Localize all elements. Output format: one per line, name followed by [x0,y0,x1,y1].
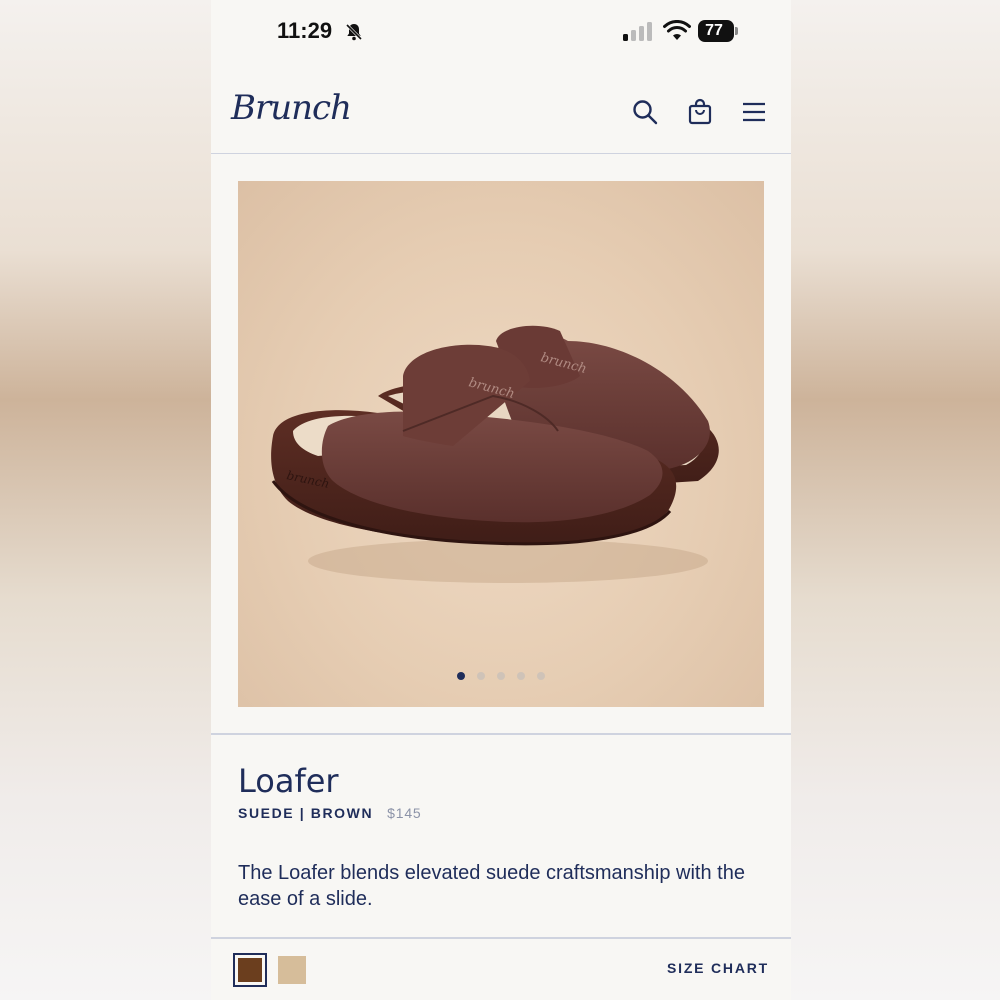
product-price: $145 [387,805,422,821]
loafer-product-photo: brunch brunch brunch [271,325,719,583]
bell-slash-icon [345,23,363,41]
signal-icon [623,22,652,41]
carousel-dots [238,672,764,680]
divider [211,937,791,939]
blurred-backdrop-right [789,0,1000,1000]
status-time: 11:29 [277,18,333,43]
site-header: Brunch [211,64,791,154]
swatch-brown[interactable] [233,953,267,987]
status-bar: 11:29 77 [211,0,791,64]
swatch-tan[interactable] [278,956,306,984]
phone-screen: 11:29 77 Brunch brunch brunch brunch Loa… [211,0,791,1000]
product-description: The Loafer blends elevated suede craftsm… [238,862,745,910]
product-title: Loafer [238,762,339,800]
shopping-bag-icon[interactable] [686,98,714,126]
carousel-dot-5[interactable] [537,672,545,680]
size-chart-link[interactable]: SIZE CHART [667,960,769,976]
carousel-dot-1[interactable] [457,672,465,680]
wifi-icon [663,20,691,40]
battery-icon: 77 [698,20,738,42]
product-meta: SUEDE | BROWN $145 [238,805,422,821]
carousel-dot-3[interactable] [497,672,505,680]
carousel-dot-2[interactable] [477,672,485,680]
blurred-backdrop-left [0,0,211,1000]
color-swatches [233,953,306,987]
search-icon[interactable] [631,98,659,126]
hamburger-menu-icon[interactable] [740,98,768,126]
product-image-carousel[interactable]: brunch brunch brunch [238,181,764,707]
divider [211,733,791,735]
product-variant: SUEDE | BROWN [238,805,374,821]
carousel-dot-4[interactable] [517,672,525,680]
brand-logo[interactable]: Brunch [231,88,352,128]
